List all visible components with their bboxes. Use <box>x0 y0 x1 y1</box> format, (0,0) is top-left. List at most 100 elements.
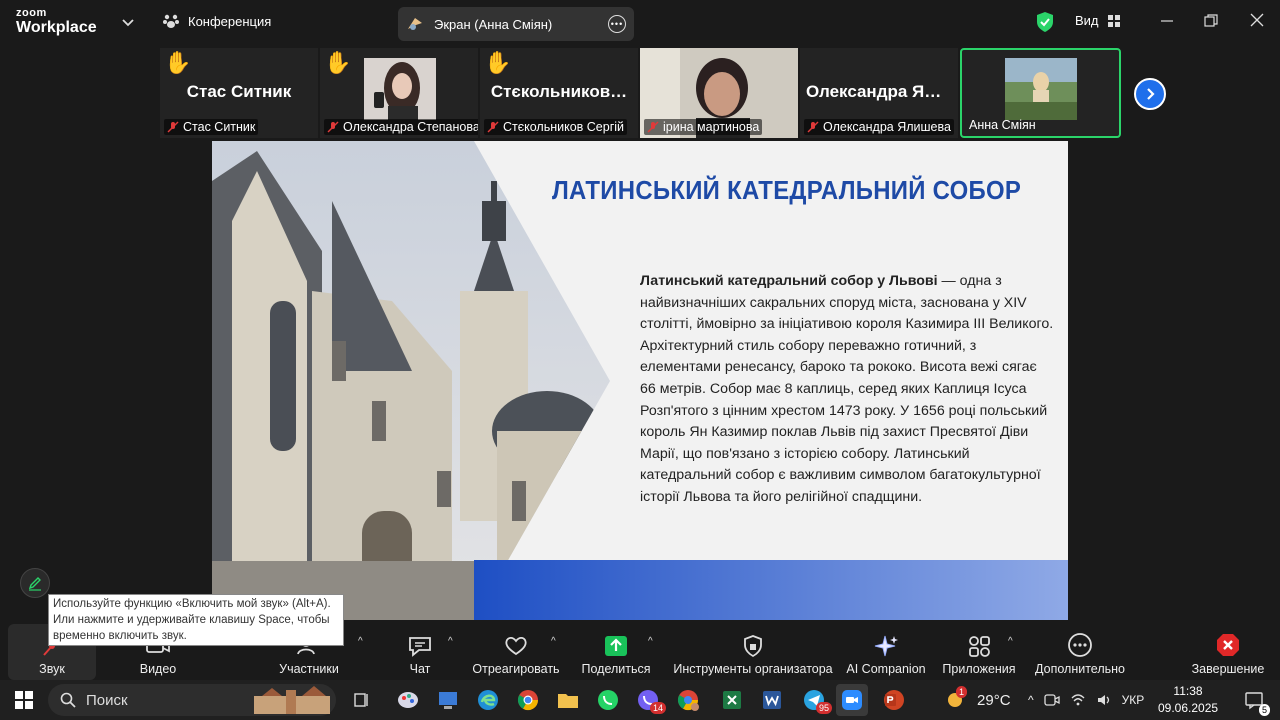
next-page-button[interactable] <box>1134 78 1166 110</box>
tray-overflow-chevron-icon[interactable]: ^ <box>1028 693 1034 707</box>
chrome-browser-icon <box>517 690 539 711</box>
chat-bubble-icon <box>409 637 431 657</box>
logo-bottom: Workplace <box>16 19 97 36</box>
muted-mic-icon <box>807 121 819 133</box>
system-clock[interactable]: 11:38 09.06.2025 <box>1158 683 1218 717</box>
taskbar-app-powerpoint[interactable] <box>878 684 910 716</box>
participant-tile[interactable]: ✋ Стєкольников… Стєкольников Сергій <box>480 48 638 138</box>
notifications-button[interactable]: 5 <box>1238 684 1270 716</box>
ai-companion-label: AI Companion <box>846 662 926 676</box>
participants-label: Участники <box>279 662 339 676</box>
taskbar-app-edge[interactable] <box>472 684 504 716</box>
restore-icon[interactable] <box>1204 14 1218 28</box>
taskbar-app-zoom[interactable] <box>836 684 868 716</box>
telegram-badge: 95 <box>815 702 832 714</box>
muted-mic-icon <box>647 121 659 133</box>
end-label: Завершение <box>1191 662 1265 676</box>
participant-big-name: Стєкольников… <box>490 82 628 101</box>
participant-name: ірина мартинова <box>663 120 760 134</box>
apps-label: Приложения <box>942 662 1016 676</box>
apps-button[interactable]: Приложения <box>938 624 1020 680</box>
participant-tile[interactable]: ✋ Олександра Степанова <box>320 48 478 138</box>
end-meeting-button[interactable]: Завершение <box>1186 624 1270 680</box>
computer-app-icon <box>439 692 457 709</box>
task-view-button[interactable] <box>346 684 378 716</box>
muted-mic-icon <box>167 121 179 133</box>
share-screen-button[interactable]: Поделиться <box>576 624 656 680</box>
more-button[interactable]: Дополнительно <box>1030 624 1130 680</box>
participant-label: Анна Сміян <box>966 117 1039 133</box>
participant-label: Олександра Степанова <box>324 119 478 135</box>
participant-tile[interactable]: ✋ Стас Ситник Стас Ситник <box>160 48 318 138</box>
title-bar: zoom Workplace Конференция Экран (Анна С… <box>0 0 1280 46</box>
caret-up-icon[interactable]: ^ <box>551 636 556 647</box>
chat-label: Чат <box>409 662 431 676</box>
taskbar-app-excel[interactable] <box>716 684 748 716</box>
chevron-right-icon <box>1147 88 1155 100</box>
paint-app-icon <box>398 692 418 708</box>
minimize-icon[interactable] <box>1160 14 1174 28</box>
weather-badge: 1 <box>956 686 968 698</box>
close-icon[interactable] <box>1250 13 1264 27</box>
start-button[interactable] <box>8 684 40 716</box>
ai-companion-button[interactable]: AI Companion <box>842 624 930 680</box>
participant-video-thumbnail <box>1005 58 1077 120</box>
slide-body: — одна з найвизначніших сакральних спору… <box>640 273 1054 505</box>
taskbar-app-explorer[interactable] <box>552 684 584 716</box>
chevron-down-icon[interactable] <box>120 14 136 30</box>
taskbar-app-paint[interactable] <box>392 684 424 716</box>
react-button[interactable]: Отреагировать <box>468 624 564 680</box>
taskbar-search[interactable]: Поиск <box>48 684 336 716</box>
slide-title: ЛАТИНСЬКИЙ КАТЕДРАЛЬНИЙ СОБОР <box>552 175 1022 205</box>
speaker-icon[interactable] <box>1096 692 1112 708</box>
caret-up-icon[interactable]: ^ <box>448 636 453 647</box>
viber-badge: 14 <box>649 702 666 714</box>
taskbar-app-telegram[interactable]: 95 <box>798 684 832 716</box>
search-placeholder: Поиск <box>86 691 128 709</box>
caret-up-icon[interactable]: ^ <box>1008 636 1013 647</box>
taskbar-app-chrome-profile[interactable] <box>672 684 704 716</box>
meeting-info-button[interactable]: Конференция <box>162 12 271 30</box>
unmute-tooltip: Используйте функцию «Включить мой звук» … <box>48 594 344 646</box>
participant-label: Стас Ситник <box>164 119 259 135</box>
participant-video-thumbnail <box>364 58 436 120</box>
task-view-icon <box>354 693 368 707</box>
weather-temp: 29°C <box>977 691 1011 709</box>
participant-tile-active-speaker[interactable]: Анна Сміян <box>960 48 1121 138</box>
view-button[interactable]: Вид <box>1075 13 1121 28</box>
logo-top: zoom <box>16 7 47 19</box>
screen-share-label: Экран (Анна Сміян) <box>434 16 553 32</box>
view-label: Вид <box>1075 13 1099 28</box>
grid-view-icon <box>1107 14 1120 27</box>
edge-browser-icon <box>478 690 498 710</box>
more-label: Дополнительно <box>1035 662 1125 676</box>
taskbar-app-word[interactable] <box>756 684 788 716</box>
more-options-icon[interactable]: ••• <box>608 15 626 33</box>
windows-logo-icon <box>15 691 33 709</box>
folder-icon <box>558 694 578 708</box>
notification-count: 5 <box>1258 704 1270 716</box>
end-x-icon <box>1217 634 1239 656</box>
slide-body-text: Латинський катедральний собор у Львові —… <box>640 271 1054 509</box>
weather-widget[interactable]: 1 29°C <box>944 680 1011 720</box>
screen-share-indicator[interactable]: Экран (Анна Сміян) ••• <box>398 7 634 41</box>
host-tools-button[interactable]: Инструменты организатора <box>670 624 836 680</box>
caret-up-icon[interactable]: ^ <box>648 636 653 647</box>
more-dots-icon <box>1068 633 1092 657</box>
caret-up-icon[interactable]: ^ <box>358 636 363 647</box>
wifi-icon[interactable] <box>1070 692 1086 708</box>
participant-tile[interactable]: ірина мартинова <box>640 48 798 138</box>
taskbar-app-whatsapp[interactable] <box>592 684 624 716</box>
participant-tile[interactable]: Олександра Ял… Олександра Ялишева <box>800 48 958 138</box>
react-label: Отреагировать <box>472 662 560 676</box>
taskbar-app-network[interactable] <box>432 684 464 716</box>
host-tools-label: Инструменты организатора <box>673 662 833 676</box>
annotate-button[interactable] <box>20 568 50 598</box>
participant-name: Олександра Степанова <box>343 120 478 134</box>
taskbar-app-viber[interactable]: 14 <box>632 684 666 716</box>
chat-button[interactable]: Чат <box>396 624 444 680</box>
meet-now-icon[interactable] <box>1043 692 1060 708</box>
security-shield-icon[interactable] <box>1035 11 1055 33</box>
language-indicator[interactable]: УКР <box>1122 693 1145 707</box>
taskbar-app-chrome[interactable] <box>512 684 544 716</box>
